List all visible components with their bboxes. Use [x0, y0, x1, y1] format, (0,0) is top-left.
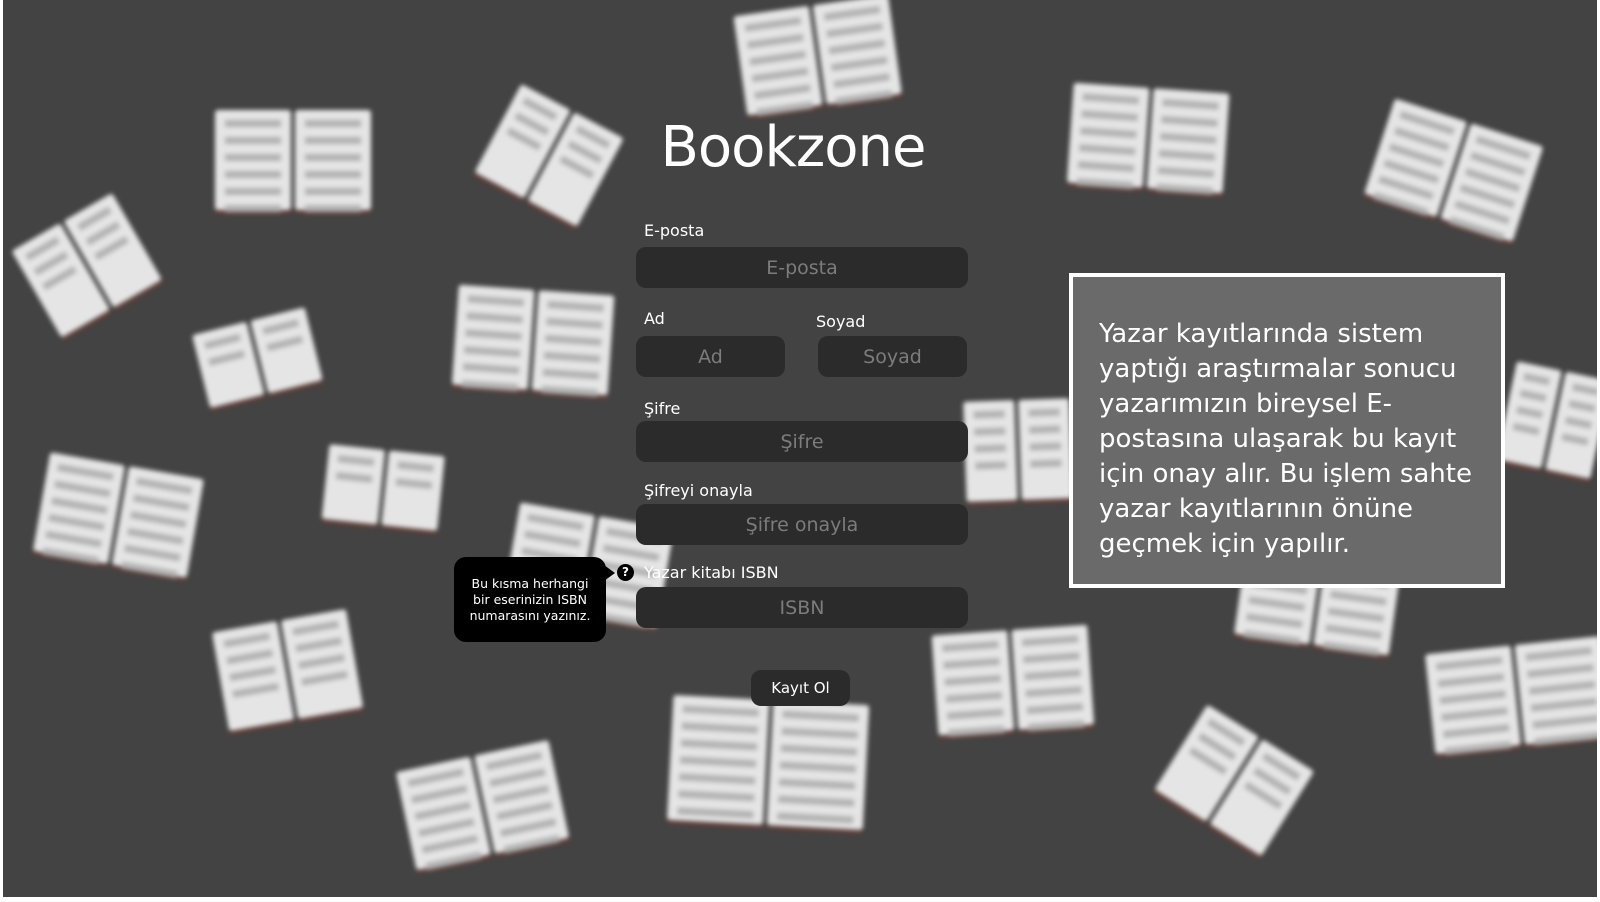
page-background: Bookzone E-posta Ad Soyad Şifre Şifreyi …	[3, 0, 1597, 897]
password-confirm-label: Şifreyi onayla	[644, 481, 753, 500]
book-illustration	[731, 0, 904, 121]
password-confirm-field[interactable]	[636, 504, 968, 545]
book-illustration	[213, 110, 373, 215]
book-illustration	[1150, 704, 1316, 862]
info-panel: Yazar kayıtlarında sistem yaptığı araştı…	[1069, 273, 1505, 588]
register-button[interactable]: Kayıt Ol	[751, 670, 850, 706]
book-illustration	[961, 398, 1075, 507]
isbn-help-tooltip: Bu kısma herhangi bir eserinizin ISBN nu…	[454, 557, 606, 642]
last-name-label: Soyad	[816, 312, 866, 331]
book-illustration	[1361, 98, 1546, 247]
book-illustration	[450, 284, 617, 401]
book-illustration	[1065, 82, 1232, 199]
password-field[interactable]	[636, 421, 968, 462]
isbn-label: Yazar kitabı ISBN	[644, 563, 779, 582]
email-label: E-posta	[644, 221, 705, 240]
password-label: Şifre	[644, 399, 681, 418]
book-illustration	[394, 739, 572, 876]
book-illustration	[30, 452, 206, 583]
book-illustration	[665, 694, 872, 835]
isbn-field[interactable]	[636, 587, 968, 628]
book-illustration	[210, 608, 366, 737]
last-name-field[interactable]	[818, 336, 967, 377]
book-illustration	[930, 624, 1097, 741]
first-name-field[interactable]	[636, 336, 785, 377]
book-illustration	[319, 444, 447, 536]
book-illustration	[470, 83, 625, 232]
book-illustration	[1493, 361, 1597, 484]
book-illustration	[1423, 636, 1597, 759]
email-field[interactable]	[636, 247, 968, 288]
first-name-label: Ad	[644, 309, 665, 328]
book-illustration	[10, 192, 166, 343]
app-title: Bookzone	[660, 115, 927, 180]
question-icon[interactable]: ?	[617, 564, 634, 581]
book-illustration	[190, 307, 326, 414]
